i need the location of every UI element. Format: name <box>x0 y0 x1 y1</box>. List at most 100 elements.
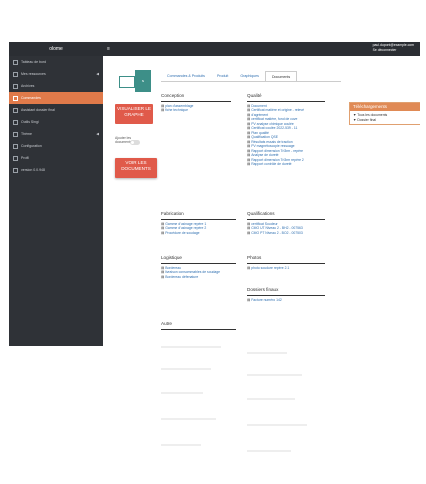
document-link[interactable]: CMO PT Niveau 2 - BO2 - 007503 <box>247 231 325 236</box>
show-documents-button[interactable]: VOIR LES DOCUMENTS <box>115 158 157 178</box>
sidebar-item[interactable]: Outils Singi <box>9 116 103 128</box>
document-link[interactable]: photo soudure repère 2.1 <box>247 266 325 271</box>
sidebar-item[interactable]: Assistant dossier final <box>9 104 103 116</box>
sidebar-item-icon <box>13 131 18 137</box>
sidebar-item-icon <box>13 107 18 113</box>
download-final-label: Dossier final <box>357 117 376 122</box>
document-link[interactable]: Procédure de soudage <box>161 231 236 236</box>
sidebar-item-label: Configuration <box>21 144 42 148</box>
tab-bar: Commandes & Produits Produit Graphiques … <box>161 71 298 81</box>
document-link[interactable]: fiche technique <box>161 108 231 113</box>
faded-row <box>161 392 203 394</box>
faded-row <box>247 424 307 426</box>
faded-row <box>247 398 295 400</box>
sidebar-item-label: Thème <box>21 132 32 136</box>
faded-row <box>247 374 302 376</box>
logout-link[interactable]: Se déconnecter <box>373 48 414 53</box>
sidebar-item[interactable]: Mes ressources ◀ <box>9 68 103 80</box>
download-all-label: Tous les documents <box>357 113 388 117</box>
section-title: Logistique <box>161 255 182 260</box>
section-other: Autre <box>161 321 236 332</box>
sidebar-item-icon <box>13 95 18 101</box>
tab-orders-products[interactable]: Commandes & Produits <box>161 71 211 81</box>
user-menu[interactable]: paul.dupont@example.com Se déconnecter <box>373 43 414 53</box>
faded-row <box>161 368 211 370</box>
tab-graphs[interactable]: Graphiques <box>234 71 265 81</box>
sidebar-item-label: Mes ressources <box>21 72 46 76</box>
section-conception: Conceptionplan d'assemblagefiche techniq… <box>161 93 231 113</box>
downloads-panel: Téléchargements ▼ Tous les documents ▼ D… <box>349 102 420 125</box>
section-rule <box>161 262 236 264</box>
sidebar-item-icon <box>13 83 18 89</box>
tab-label: Documents <box>271 75 291 79</box>
faded-row <box>161 346 221 348</box>
section-title: Autre <box>161 321 172 326</box>
app-window: olome ≡ paul.dupont@example.com Se décon… <box>9 42 420 484</box>
section-quality: QualitéDocumentCertificat matière et ori… <box>247 93 325 167</box>
section-rule <box>161 218 236 220</box>
sidebar-item[interactable]: Configuration <box>9 140 103 152</box>
section-logistics: LogistiqueBordereaulivraison consommable… <box>161 255 236 280</box>
order-badge: s <box>135 70 151 92</box>
section-rule <box>247 100 325 102</box>
sidebar-item-icon <box>13 119 18 125</box>
sidebar-item[interactable]: Commandes <box>9 92 103 104</box>
sidebar-item-icon <box>13 167 18 173</box>
add-documents-toggle[interactable] <box>130 140 140 145</box>
section-title: Dossiers finaux <box>247 287 279 292</box>
chevron-left-icon: ◀ <box>96 132 99 136</box>
sidebar-item[interactable]: Thème ◀ <box>9 128 103 140</box>
section-title: Fabrication <box>161 211 184 216</box>
sidebar-item-label: Assistant dossier final <box>21 108 55 112</box>
faded-row <box>161 444 201 446</box>
section-rule <box>161 328 236 330</box>
downloads-title: Téléchargements <box>350 103 420 111</box>
sidebar-item-label: Profil <box>21 156 29 160</box>
download-final-link[interactable]: ▼ Dossier final <box>350 118 420 123</box>
tab-product[interactable]: Produit <box>211 71 234 81</box>
section-qualifications: Qualificationscertificat SoudeurCMO UT N… <box>247 211 325 236</box>
sidebar-item[interactable]: version 0.0.948 <box>9 164 103 176</box>
document-link[interactable]: Rapport contrôle de dureté <box>247 162 325 167</box>
chevron-left-icon: ◀ <box>96 72 99 76</box>
sidebar-item[interactable]: Tableau de bord <box>9 56 103 68</box>
brand-logo[interactable]: olome <box>9 42 103 56</box>
document-link[interactable]: Facture numéro 142 <box>247 298 325 303</box>
sidebar-item-label: Tableau de bord <box>21 60 47 64</box>
document-link[interactable]: Bordereau défenature <box>161 275 236 280</box>
section-title: Qualifications <box>247 211 275 216</box>
section-rule <box>247 294 325 296</box>
section-rule <box>161 100 231 102</box>
sidebar-item-label: Commandes <box>21 96 41 100</box>
sidebar-item-label: version 0.0.948 <box>21 168 45 172</box>
faded-row <box>247 450 291 452</box>
section-rule <box>247 262 325 264</box>
section-rule <box>247 218 325 220</box>
tab-documents[interactable]: Documents <box>264 71 298 81</box>
section-photos: Photos photo soudure repère 2.1 <box>247 255 325 271</box>
sidebar-item-icon <box>13 143 18 149</box>
faded-row <box>161 418 216 420</box>
tab-label: Commandes & Produits <box>167 74 205 78</box>
tab-label: Graphiques <box>240 74 259 78</box>
section-manufacturing: FabricationGamme d'usinage repère 1Gamme… <box>161 211 236 236</box>
main-content: s VISUALISER LE GRAPHE Ajouter les docum… <box>103 56 420 484</box>
sidebar-item[interactable]: Archives <box>9 80 103 92</box>
sidebar-item-icon <box>13 59 18 65</box>
sidebar: Tableau de bord Mes ressources ◀ Archives Co… <box>9 56 103 346</box>
menu-toggle-icon[interactable]: ≡ <box>107 42 110 56</box>
visualize-graph-button[interactable]: VISUALISER LE GRAPHE <box>115 104 153 124</box>
tab-divider <box>161 81 341 82</box>
section-title: Photos <box>247 255 262 260</box>
sidebar-item-icon <box>13 71 18 77</box>
sidebar-item-label: Outils Singi <box>21 120 39 124</box>
order-badge-text: s <box>142 78 144 83</box>
order-card-icon <box>119 76 135 88</box>
section-final-files: Dossiers finaux Facture numéro 142 <box>247 287 325 303</box>
tab-label: Produit <box>216 74 229 78</box>
faded-row <box>247 352 287 354</box>
sidebar-item-icon <box>13 155 18 161</box>
sidebar-item[interactable]: Profil <box>9 152 103 164</box>
section-title: Conception <box>161 93 185 98</box>
top-bar: olome ≡ paul.dupont@example.com Se décon… <box>9 42 420 56</box>
